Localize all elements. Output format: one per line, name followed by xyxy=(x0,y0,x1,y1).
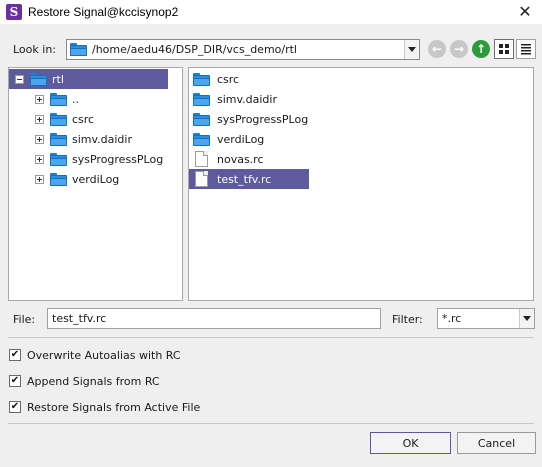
filter-label: Filter: xyxy=(392,313,423,326)
folder-icon xyxy=(193,132,210,146)
folder-icon xyxy=(50,172,67,186)
expand-icon[interactable] xyxy=(35,134,44,144)
tree-item-parent[interactable]: .. xyxy=(9,89,79,109)
separator xyxy=(8,337,534,338)
list-item-label: simv.daidir xyxy=(217,92,277,106)
folder-icon xyxy=(30,72,47,86)
up-folder-icon[interactable]: ↑ xyxy=(472,40,490,58)
separator xyxy=(8,423,534,424)
list-view-button[interactable] xyxy=(516,39,536,59)
tree-item-label: rtl xyxy=(52,72,64,86)
tree-item-label: csrc xyxy=(72,112,95,126)
file-icon xyxy=(195,151,208,167)
tree-item-label: simv.daidir xyxy=(72,132,132,146)
grid-view-icon xyxy=(499,44,509,54)
chevron-down-icon[interactable] xyxy=(519,309,534,328)
folder-icon xyxy=(193,92,210,106)
folder-icon xyxy=(50,152,67,166)
list-item-label: novas.rc xyxy=(217,152,264,166)
file-filter-row: File: test_tfv.rc Filter: *.rc xyxy=(0,308,542,332)
folder-icon xyxy=(50,92,67,106)
list-item[interactable]: sysProgressPLog xyxy=(189,109,309,129)
collapse-icon[interactable] xyxy=(15,74,24,84)
list-item-selected[interactable]: test_tfv.rc xyxy=(189,169,309,189)
icon-view-button[interactable] xyxy=(494,39,514,59)
file-list[interactable]: csrc simv.daidir sysProgressPLog verdiLo… xyxy=(188,67,534,301)
folder-icon xyxy=(70,43,87,56)
tree-item-simv-daidir[interactable]: simv.daidir xyxy=(9,129,132,149)
tree-item-csrc[interactable]: csrc xyxy=(9,109,94,129)
append-signals-option[interactable]: ✔ Append Signals from RC xyxy=(9,373,160,389)
checkbox[interactable]: ✔ xyxy=(9,401,21,413)
list-item-label: test_tfv.rc xyxy=(217,172,272,186)
checkbox[interactable]: ✔ xyxy=(9,349,21,361)
list-item-label: sysProgressPLog xyxy=(217,112,309,126)
checkbox[interactable]: ✔ xyxy=(9,375,21,387)
file-name-input[interactable]: test_tfv.rc xyxy=(47,308,381,329)
checkbox-label: Restore Signals from Active File xyxy=(27,400,201,414)
expand-icon[interactable] xyxy=(35,154,44,164)
tree-item-label: verdiLog xyxy=(72,172,120,186)
chevron-down-icon[interactable] xyxy=(404,40,419,59)
list-view-icon xyxy=(521,44,531,55)
checkbox-label: Append Signals from RC xyxy=(27,374,160,388)
app-logo-icon: S xyxy=(6,4,22,20)
list-item[interactable]: novas.rc xyxy=(189,149,309,169)
list-item[interactable]: simv.daidir xyxy=(189,89,309,109)
restore-signals-option[interactable]: ✔ Restore Signals from Active File xyxy=(9,399,200,415)
cancel-button[interactable]: Cancel xyxy=(457,432,536,454)
look-in-row: Look in: /home/aedu46/DSP_DIR/vcs_demo/r… xyxy=(0,36,542,62)
file-icon xyxy=(195,171,208,187)
look-in-path: /home/aedu46/DSP_DIR/vcs_demo/rtl xyxy=(92,43,297,56)
overwrite-autoalias-option[interactable]: ✔ Overwrite Autoalias with RC xyxy=(9,347,181,363)
tree-item-verdilog[interactable]: verdiLog xyxy=(9,169,119,189)
tree-item-sysprogressplog[interactable]: sysProgressPLog xyxy=(9,149,163,169)
filter-select[interactable]: *.rc xyxy=(437,308,535,329)
list-item-label: verdiLog xyxy=(217,132,265,146)
file-label: File: xyxy=(13,313,36,326)
folder-icon xyxy=(50,132,67,146)
filter-value: *.rc xyxy=(442,312,462,325)
list-item[interactable]: csrc xyxy=(189,69,309,89)
list-item-label: csrc xyxy=(217,72,240,86)
tree-item-label: .. xyxy=(72,92,79,106)
expand-icon[interactable] xyxy=(35,174,44,184)
folder-icon xyxy=(193,72,210,86)
title-bar: S Restore Signal@kccisynop2 ✕ xyxy=(0,0,542,24)
back-arrow-icon[interactable]: ← xyxy=(428,40,446,58)
tree-item-label: sysProgressPLog xyxy=(72,152,164,166)
tree-item-rtl[interactable]: rtl xyxy=(9,69,168,89)
ok-button[interactable]: OK xyxy=(370,432,451,454)
close-button[interactable]: ✕ xyxy=(514,2,536,22)
expand-icon[interactable] xyxy=(35,94,44,104)
directory-tree[interactable]: rtl .. csrc simv.daidir sysProgressPLog … xyxy=(8,67,183,301)
list-item[interactable]: verdiLog xyxy=(189,129,309,149)
look-in-combo[interactable]: /home/aedu46/DSP_DIR/vcs_demo/rtl xyxy=(66,39,420,60)
folder-icon xyxy=(193,112,210,126)
folder-icon xyxy=(50,112,67,126)
forward-arrow-icon[interactable]: → xyxy=(450,40,468,58)
checkbox-label: Overwrite Autoalias with RC xyxy=(27,348,181,362)
expand-icon[interactable] xyxy=(35,114,44,124)
look-in-label: Look in: xyxy=(13,43,56,56)
window-title: Restore Signal@kccisynop2 xyxy=(28,5,179,19)
